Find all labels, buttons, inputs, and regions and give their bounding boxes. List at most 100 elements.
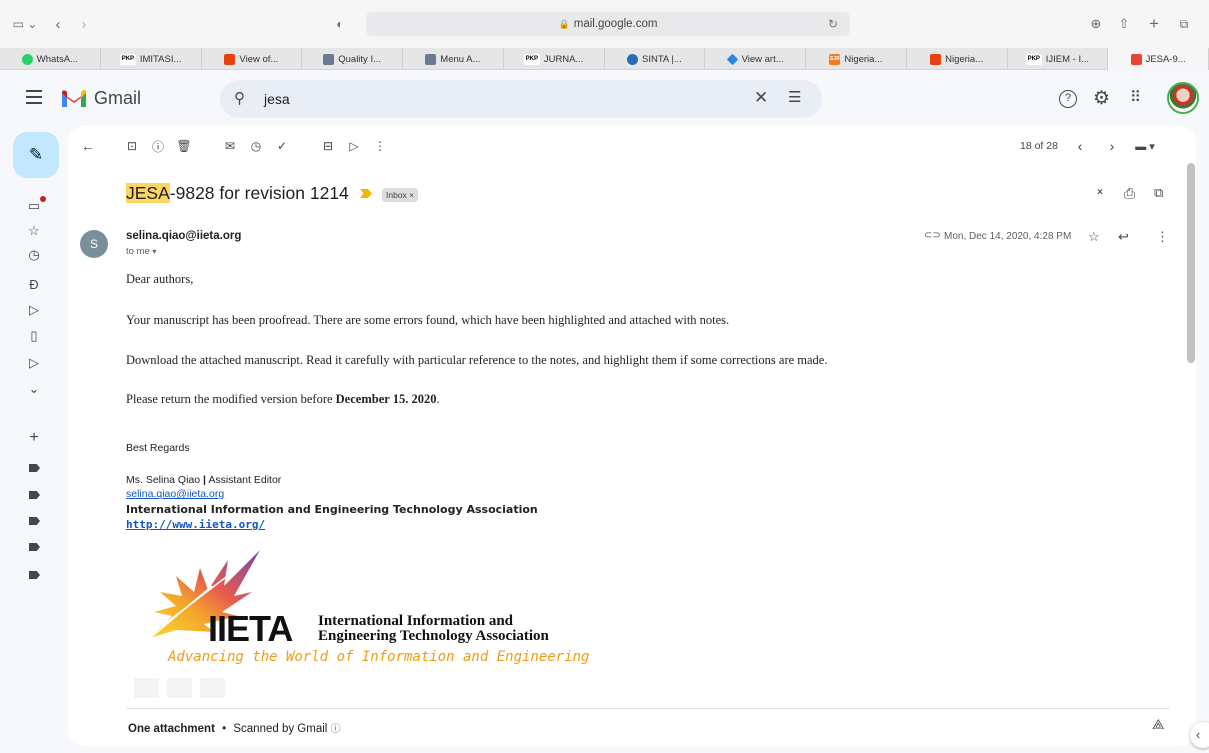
sun-logo-icon	[930, 53, 942, 65]
sidebar-toggle-icon[interactable]: ▭ ⌄	[8, 14, 42, 34]
browser-tab[interactable]: PKP JURNA...	[504, 48, 605, 70]
signature-url-link[interactable]: http://www.iieta.org/	[126, 518, 265, 531]
snoozed-icon[interactable]: ◷	[26, 247, 42, 263]
browser-tab[interactable]: SINTA |...	[605, 48, 706, 70]
browser-tab-label: JURNA...	[543, 53, 584, 65]
avatar[interactable]	[1167, 82, 1199, 114]
snooze-icon[interactable]: ◷	[246, 136, 266, 156]
label-outline-icon[interactable]: ▷	[26, 355, 42, 371]
shield-privacy-icon[interactable]: ◐	[330, 14, 350, 34]
info-icon[interactable]: ⓘ	[331, 724, 341, 735]
new-window-icon[interactable]: ⧉	[1154, 185, 1163, 201]
delete-icon[interactable]: 🗑	[174, 136, 194, 156]
attachment-count: One attachment	[128, 723, 215, 735]
browser-tab[interactable]: WhatsA...	[0, 48, 101, 70]
browser-tab-label: SINTA |...	[641, 53, 682, 65]
sender-avatar[interactable]: S	[80, 230, 108, 258]
signature-email-link[interactable]: selina.qiao@iieta.org	[126, 488, 224, 500]
browser-tab-label: View art...	[741, 53, 784, 65]
create-label-icon[interactable]: +	[26, 429, 42, 446]
mark-unread-icon[interactable]: ✉	[220, 136, 240, 156]
label-tag-icon[interactable]	[29, 571, 40, 579]
deadline-date: December 15. 2020	[335, 392, 437, 406]
label-as-icon[interactable]: ▷	[344, 136, 364, 156]
older-chevron-icon[interactable]: ›	[1102, 136, 1122, 156]
browser-tab[interactable]: Nigeria...	[907, 48, 1008, 70]
newer-chevron-icon[interactable]: ‹	[1070, 136, 1090, 156]
browser-tab[interactable]: Menu A...	[403, 48, 504, 70]
compose-button[interactable]: ✎	[13, 132, 59, 178]
reply-icon[interactable]: ↩	[1118, 229, 1129, 245]
gmail-wordmark: Gmail	[94, 88, 142, 108]
report-spam-icon[interactable]: ⓘ	[148, 136, 168, 156]
browser-tab[interactable]: View art...	[705, 48, 806, 70]
address-bar[interactable]: 🔒 mail.google.com ↻	[366, 12, 850, 36]
download-icon[interactable]: ⊕	[1086, 14, 1106, 34]
gmail-icon	[1130, 53, 1142, 65]
label-tag-icon[interactable]	[29, 543, 40, 551]
sender-address[interactable]: selina.qiao@iieta.org	[126, 230, 241, 242]
regards: Best Regards	[126, 442, 190, 454]
reload-icon[interactable]: ↻	[828, 17, 838, 31]
whatsapp-icon	[21, 53, 33, 65]
search-icon[interactable]: ⚲	[234, 89, 245, 107]
new-tab-icon[interactable]: +	[1144, 14, 1164, 34]
add-to-drive-icon[interactable]: ⟁	[1152, 716, 1165, 733]
url-text: mail.google.com	[573, 18, 658, 30]
browser-tab[interactable]: JESA-9...	[1108, 48, 1209, 70]
attachment-summary: One attachment • Scanned by Gmail ⓘ	[128, 723, 341, 735]
sinta-icon	[626, 53, 638, 65]
recipient-toggle[interactable]: to me ▾	[126, 246, 156, 257]
browser-tab-label: IJIEM - I...	[1045, 53, 1090, 65]
share-icon[interactable]: ⇧	[1114, 14, 1134, 34]
settings-gear-icon[interactable]: ⚙	[1093, 87, 1110, 110]
sun-logo-icon	[224, 53, 236, 65]
important-marker-icon[interactable]	[360, 189, 372, 198]
drafts-icon[interactable]: ▯	[26, 328, 42, 344]
label-tag-icon[interactable]	[29, 491, 40, 499]
inbox-label-text: Inbox	[386, 190, 407, 200]
star-icon[interactable]: ☆	[1088, 229, 1100, 245]
scrollbar-thumb[interactable]	[1187, 163, 1195, 363]
placeholder-block	[200, 678, 225, 698]
left-rail: ✎ ▭ ☆ ◷ Ɖ ▷ ▯ ▷ ⌄ +	[0, 126, 68, 753]
forward-icon[interactable]: ›	[74, 14, 94, 34]
browser-tab[interactable]: PKP IMITASI...	[101, 48, 202, 70]
clear-search-icon[interactable]: ✕	[754, 88, 768, 108]
input-tools-icon[interactable]: ▬ ▾	[1128, 136, 1162, 156]
message-panel: ← ⊡ ⓘ 🗑 ✉ ◷ ✓ ⊟ ▷ ⋮ 18 of 28 ‹ › ▬ ▾ JES…	[68, 126, 1196, 746]
menu-icon	[425, 53, 437, 65]
label-tag-icon[interactable]	[29, 517, 40, 525]
main-menu-icon[interactable]	[26, 90, 42, 104]
starred-icon[interactable]: ☆	[26, 223, 42, 239]
apps-grid-icon[interactable]: ⠿	[1130, 88, 1141, 106]
gmail-logo-icon[interactable]	[61, 89, 87, 109]
search-bar[interactable]: ⚲ jesa ✕ ☰	[220, 80, 822, 118]
browser-tab[interactable]: PKP IJIEM - I...	[1008, 48, 1109, 70]
important-icon[interactable]: Ɖ	[26, 276, 42, 292]
browser-tab[interactable]: SJR Nigeria...	[806, 48, 907, 70]
print-icon[interactable]: ⎙	[1124, 185, 1135, 202]
side-panel-toggle[interactable]: ‹	[1190, 722, 1209, 748]
archive-icon[interactable]: ⊡	[122, 136, 142, 156]
remove-label-icon[interactable]: ×	[409, 190, 414, 200]
back-arrow-icon[interactable]: ←	[78, 136, 98, 156]
label-tag-icon[interactable]	[29, 464, 40, 472]
add-task-icon[interactable]: ✓	[272, 136, 292, 156]
search-options-icon[interactable]: ☰	[788, 88, 801, 106]
logo-line-2: Engineering Technology Association	[318, 628, 549, 644]
inbox-label-chip[interactable]: Inbox ×	[382, 188, 419, 202]
more-chevron-icon[interactable]: ⌄	[26, 381, 42, 397]
message-more-icon[interactable]: ⋮	[1156, 229, 1169, 245]
move-to-icon[interactable]: ⊟	[318, 136, 338, 156]
sent-icon[interactable]: ▷	[26, 302, 42, 318]
subject-highlight: JESA	[126, 183, 170, 203]
tab-overview-icon[interactable]: ⧉	[1174, 14, 1194, 34]
browser-tab[interactable]: View of...	[202, 48, 303, 70]
help-icon[interactable]: ?	[1059, 90, 1077, 108]
collapse-all-icon[interactable]: ⌄ ⌃	[1095, 182, 1105, 202]
browser-tab[interactable]: Quality I...	[302, 48, 403, 70]
search-input[interactable]: jesa	[264, 91, 290, 107]
back-icon[interactable]: ‹	[48, 14, 68, 34]
more-options-icon[interactable]: ⋮	[370, 136, 390, 156]
